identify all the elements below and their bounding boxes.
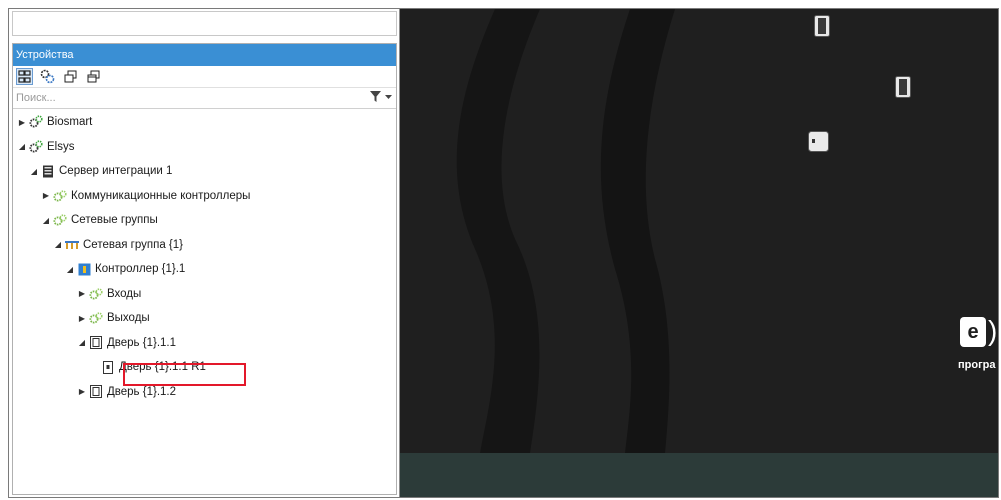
window-copy-button[interactable] (85, 68, 102, 85)
top-empty-panel (12, 11, 397, 36)
app-frame: Устройства Поиск... ▶ Biosmart ◢ Elsys ◢… (8, 8, 999, 498)
network-group-icon (65, 238, 79, 252)
tree-node-label: Контроллер {1}.1 (95, 263, 186, 275)
tree-node[interactable]: ◢ Дверь {1}.1.1 (77, 334, 176, 352)
collapse-arrow-icon[interactable]: ◢ (17, 142, 27, 151)
window-button[interactable] (62, 68, 79, 85)
expand-arrow-icon[interactable]: ▶ (77, 314, 87, 323)
chevron-down-icon (385, 95, 392, 99)
tree-node[interactable]: ◢ Контроллер {1}.1 (65, 260, 185, 278)
filter-icon (370, 91, 381, 102)
expand-arrow-icon[interactable]: ▶ (77, 387, 87, 396)
collapse-arrow-icon[interactable]: ◢ (41, 216, 51, 225)
tree-node[interactable]: ▶ Коммуникационные контроллеры (41, 187, 250, 205)
door-closed-icon (814, 15, 830, 40)
server-icon (41, 164, 55, 178)
tree-node[interactable]: ▶ Выходы (77, 309, 150, 327)
tree-node[interactable]: ◢ Сетевая группа {1} (53, 236, 183, 254)
filter-control[interactable] (370, 91, 392, 102)
collapse-arrow-icon[interactable]: ◢ (53, 240, 63, 249)
background-canvas: e ) програ (400, 9, 998, 497)
collapse-arrow-icon[interactable]: ◢ (77, 338, 87, 347)
tree-node-label: Дверь {1}.1.1 (107, 336, 177, 349)
tree-node-label: Дверь {1}.1.2 (107, 385, 177, 398)
expand-arrow-icon[interactable]: ▶ (17, 118, 27, 127)
device-tree: ▶ Biosmart ◢ Elsys ◢ Сервер интеграции 1 ▶ Комм… (13, 109, 396, 398)
window-icon (64, 70, 77, 83)
devices-panel: Устройства Поиск... ▶ Biosmart ◢ Elsys ◢… (12, 43, 397, 495)
gears-icon (29, 139, 43, 154)
door-closed-icon (895, 76, 911, 101)
tree-node-label: Elsys (47, 140, 75, 153)
controller-icon (77, 262, 91, 276)
tree-node[interactable]: ◢ Сетевые группы (41, 211, 158, 229)
tree-node-label: Входы (107, 287, 142, 300)
collapse-arrow-icon[interactable]: ◢ (65, 265, 75, 274)
tree-node-label: Сетевая группа {1} (83, 238, 183, 251)
tree-node-label: Biosmart (47, 116, 93, 128)
tree-node-label: Сетевые группы (71, 214, 158, 226)
expand-arrow-icon[interactable]: ▶ (41, 191, 51, 200)
tree-node[interactable]: ▶ Входы (77, 285, 141, 303)
gear-network-icon (40, 69, 55, 84)
devices-toolbar (13, 66, 396, 88)
search-input[interactable] (13, 91, 348, 105)
brand-tagline: програ (958, 359, 996, 371)
brand-logo-bracket-icon: ) (988, 315, 998, 346)
green-gears-icon (53, 189, 67, 203)
gear-network-button[interactable] (39, 68, 56, 85)
door-icon (89, 336, 103, 350)
selection-highlight (123, 363, 246, 386)
tree-node-label: Коммуникационные контроллеры (71, 189, 251, 202)
panel-title: Устройства (13, 44, 396, 66)
tree-node[interactable]: ▶ Biosmart (17, 113, 92, 131)
reader-icon (808, 131, 829, 155)
window-copy-icon (87, 70, 100, 83)
door-icon (89, 385, 103, 399)
search-row (13, 88, 396, 109)
reader-icon (101, 360, 115, 374)
tree-node-label: Сервер интеграции 1 (59, 165, 173, 177)
green-gears-icon (53, 213, 67, 227)
tree-node[interactable]: ◢ Elsys (17, 138, 74, 156)
brand-logo: e (960, 317, 986, 347)
bottom-bar (400, 453, 998, 497)
hierarchy-icon (18, 70, 31, 83)
hierarchy-button[interactable] (16, 68, 33, 85)
collapse-arrow-icon[interactable]: ◢ (29, 167, 39, 176)
left-pane: Устройства Поиск... ▶ Biosmart ◢ Elsys ◢… (9, 9, 400, 497)
gears-icon (29, 115, 43, 129)
green-gears-icon (89, 311, 103, 325)
tree-node[interactable]: ◢ Сервер интеграции 1 (29, 162, 172, 180)
tree-node-label: Выходы (107, 312, 150, 324)
green-gears-icon (89, 287, 103, 301)
expand-arrow-icon[interactable]: ▶ (77, 289, 87, 298)
